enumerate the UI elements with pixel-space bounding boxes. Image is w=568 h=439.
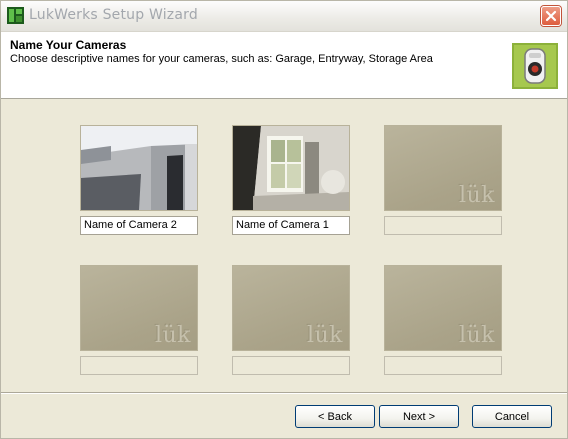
camera-1-preview <box>232 125 350 211</box>
camera-slot: Name of Camera 2 <box>80 125 198 235</box>
camera-name-field[interactable]: Name of Camera 2 <box>80 216 198 235</box>
page-title: Name Your Cameras <box>10 38 127 52</box>
empty-camera-preview: lük <box>384 125 502 211</box>
camera-name-field <box>384 356 502 375</box>
lukwerks-watermark: lük <box>154 323 191 348</box>
cancel-button[interactable]: Cancel <box>472 405 552 428</box>
lukwerks-watermark: lük <box>306 323 343 348</box>
empty-camera-preview: lük <box>232 265 350 351</box>
camera-slot-empty: lük <box>80 265 198 375</box>
camera-2-preview <box>80 125 198 211</box>
footer-divider <box>1 392 567 394</box>
camera-1-feed <box>233 126 349 210</box>
setup-wizard-window: LukWerks Setup Wizard Name Your Cameras … <box>0 0 568 439</box>
empty-camera-preview: lük <box>80 265 198 351</box>
close-icon <box>545 10 557 22</box>
empty-camera-preview: lük <box>384 265 502 351</box>
lukwerks-watermark: lük <box>458 183 495 208</box>
camera-grid: Name of Camera 2 Name of Camera 1 lük lü… <box>80 125 510 385</box>
title-bar[interactable]: LukWerks Setup Wizard <box>1 1 567 32</box>
camera-name-field[interactable]: Name of Camera 1 <box>232 216 350 235</box>
camera-slot: Name of Camera 1 <box>232 125 350 235</box>
lukwerks-watermark: lük <box>458 323 495 348</box>
camera-slot-empty: lük <box>384 125 502 235</box>
camera-slot-empty: lük <box>384 265 502 375</box>
camera-name-field <box>232 356 350 375</box>
next-button[interactable]: Next > <box>379 405 459 428</box>
back-button[interactable]: < Back <box>295 405 375 428</box>
camera-icon <box>512 43 558 89</box>
camera-name-field <box>384 216 502 235</box>
wizard-header: Name Your Cameras Choose descriptive nam… <box>1 32 567 99</box>
close-button[interactable] <box>541 6 561 26</box>
camera-2-feed <box>81 126 197 210</box>
page-subtitle: Choose descriptive names for your camera… <box>10 53 433 65</box>
camera-slot-empty: lük <box>232 265 350 375</box>
lukwerks-app-icon <box>7 7 24 24</box>
window-title: LukWerks Setup Wizard <box>29 7 198 23</box>
camera-name-field <box>80 356 198 375</box>
